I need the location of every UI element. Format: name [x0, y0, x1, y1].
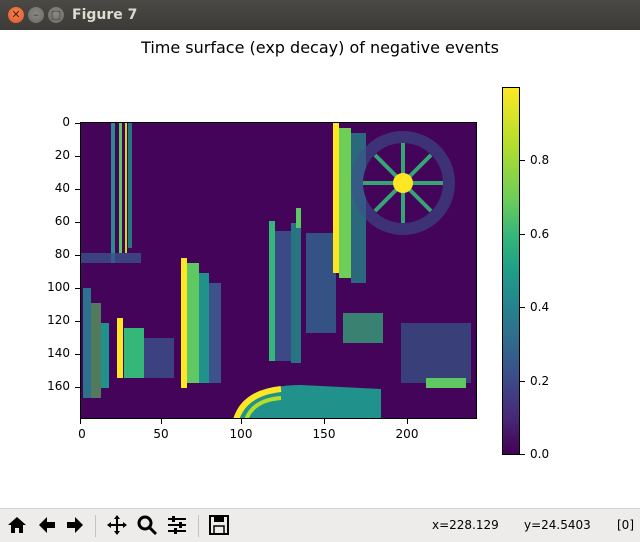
colorbar-tick-label: 0.4: [530, 300, 550, 314]
cursor-y-readout: y=24.5403: [524, 518, 591, 532]
y-tick-label: 60: [54, 214, 70, 228]
y-tick-label: 100: [47, 280, 70, 294]
colorbar-tick-label: 0.0: [530, 447, 550, 461]
x-tick-label: 0: [78, 427, 86, 441]
configure-subplots-icon: [168, 516, 186, 534]
x-tick-label: 200: [395, 427, 419, 441]
minimize-window-button[interactable]: –: [28, 7, 44, 23]
figure-canvas[interactable]: Time surface (exp decay) of negative eve…: [0, 30, 640, 508]
x-tick-label: 100: [229, 427, 253, 441]
window-titlebar: ✕ – □ Figure 7: [0, 0, 640, 30]
save-icon: [209, 515, 229, 535]
colorbar-tick-label: 0.8: [530, 153, 550, 167]
forward-button[interactable]: [62, 512, 88, 538]
pixel-value-readout: [0]: [617, 518, 634, 532]
x-tick-label: 150: [312, 427, 336, 441]
y-tick-label: 40: [54, 181, 70, 195]
save-button[interactable]: [206, 512, 232, 538]
y-tick-label: 120: [47, 313, 70, 327]
home-icon: [8, 517, 26, 533]
back-button[interactable]: [34, 512, 60, 538]
y-tick-label: 160: [47, 379, 70, 393]
navigation-toolbar: x=228.129 y=24.5403 [0]: [0, 508, 640, 542]
close-window-button[interactable]: ✕: [8, 7, 24, 23]
x-tick-label: 50: [153, 427, 169, 441]
home-button[interactable]: [4, 512, 30, 538]
heatmap-axes[interactable]: [80, 122, 477, 419]
y-tick-label: 80: [54, 247, 70, 261]
pan-button[interactable]: [104, 512, 130, 538]
y-tick-label: 20: [54, 148, 70, 162]
cursor-x-readout: x=228.129: [432, 518, 499, 532]
plot-title: Time surface (exp decay) of negative eve…: [141, 38, 499, 57]
zoom-button[interactable]: [134, 512, 160, 538]
colorbar-tick-label: 0.2: [530, 374, 550, 388]
forward-icon: [67, 517, 83, 533]
window-title: Figure 7: [72, 7, 138, 23]
maximize-window-button[interactable]: □: [48, 7, 64, 23]
zoom-icon: [137, 515, 158, 536]
configure-subplots-button[interactable]: [164, 512, 190, 538]
y-tick-label: 0: [62, 115, 70, 129]
y-tick-label: 140: [47, 346, 70, 360]
back-icon: [39, 517, 55, 533]
colorbar: [502, 87, 520, 455]
heatmap-image: [81, 123, 476, 418]
pan-icon: [107, 515, 127, 535]
colorbar-tick-label: 0.6: [530, 227, 550, 241]
